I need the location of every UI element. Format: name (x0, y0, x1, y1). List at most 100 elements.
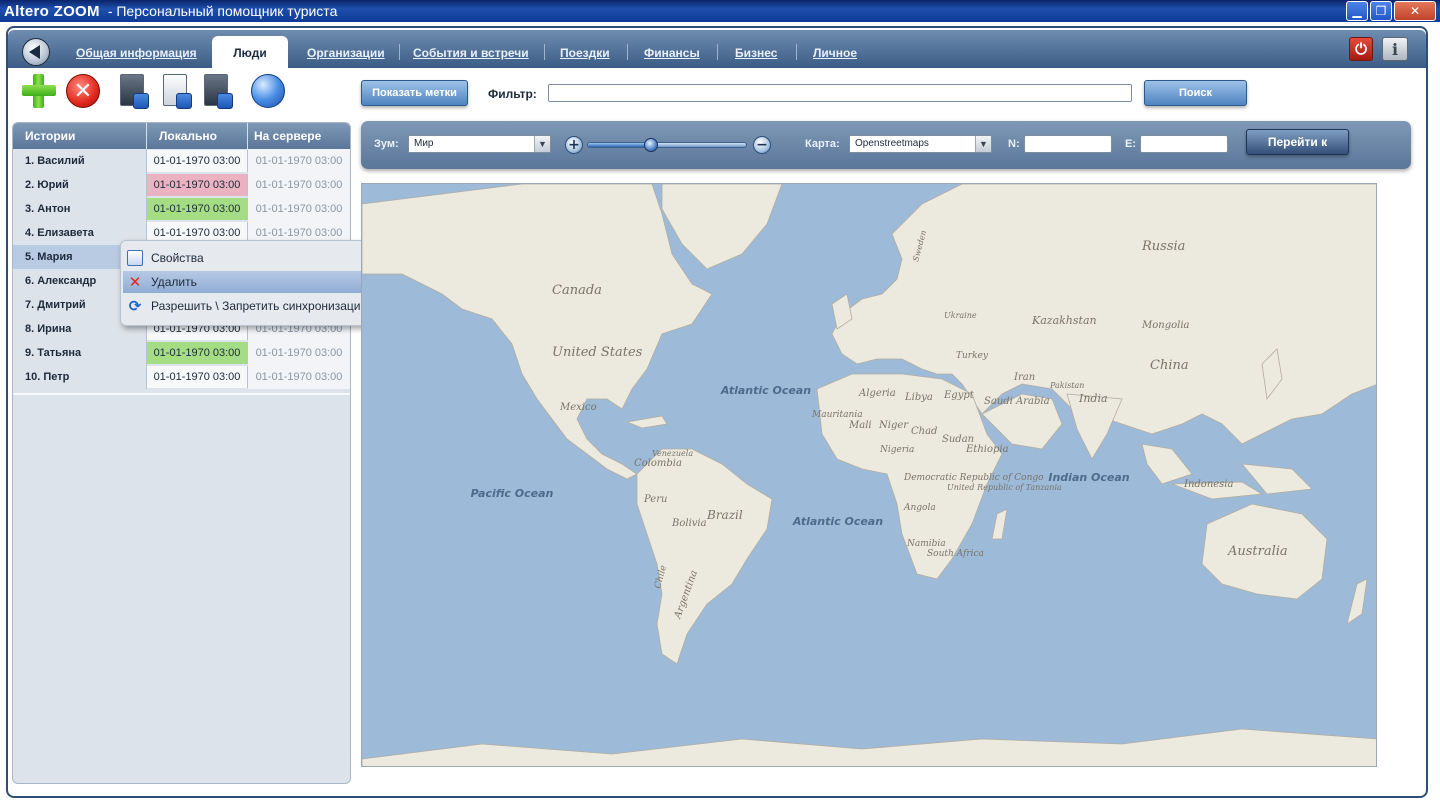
context-menu-label: Разрешить \ Запретить синхронизацию (151, 299, 370, 313)
window-title: - Персональный помощник туриста (107, 3, 338, 19)
maximize-button[interactable]: ❐ (1370, 1, 1392, 21)
map-label-usa: United States (552, 345, 643, 360)
server-timestamp: 01-01-1970 03:00 (248, 341, 350, 365)
person-name: 2. Юрий (13, 173, 147, 197)
people-panel: Истории Локально На сервере 1. Василий 01… (12, 122, 351, 784)
north-input[interactable] (1024, 135, 1112, 153)
map-label-peru: Peru (643, 494, 667, 505)
chevron-down-icon: ▼ (534, 136, 550, 152)
tab-separator (717, 44, 718, 60)
zoom-select[interactable]: Мир ▼ (408, 135, 551, 153)
map-label-egypt: Egypt (943, 390, 975, 401)
column-stories[interactable]: Истории (13, 123, 147, 149)
tab-personal[interactable]: Личное (813, 46, 857, 60)
person-name: 10. Петр (13, 365, 147, 389)
local-timestamp: 01-01-1970 03:00 (147, 198, 248, 220)
map-label-ukraine: Ukraine (944, 311, 977, 320)
map-label-colombia: Colombia (634, 458, 682, 469)
table-row[interactable]: 1. Василий 01-01-1970 03:00 01-01-1970 03:… (13, 149, 350, 173)
map-label-pakistan: Pakistan (1049, 381, 1084, 390)
minimize-button[interactable]: ▁ (1346, 1, 1368, 21)
person-name: 9. Татьяна (13, 341, 147, 365)
minus-icon: − (756, 137, 768, 153)
zoom-label: Зум: (374, 138, 399, 150)
map-label-venezuela: Venezuela (652, 449, 693, 458)
map-label-australia: Australia (1227, 544, 1288, 559)
north-label: N: (1008, 138, 1020, 150)
map-label-mexico: Mexico (559, 402, 597, 413)
add-icon-bar (22, 85, 56, 96)
map-label-libya: Libya (904, 392, 933, 403)
server-timestamp: 01-01-1970 03:00 (248, 365, 350, 389)
local-timestamp: 01-01-1970 03:00 (147, 342, 248, 364)
zoom-slider-fill (588, 143, 652, 147)
tab-trips[interactable]: Поездки (560, 46, 610, 60)
delete-button[interactable]: ✕ (66, 74, 100, 108)
map-label-namibia: Namibia (906, 539, 946, 549)
map-label-ethiopia: Ethiopia (965, 444, 1009, 455)
person-name: 1. Василий (13, 149, 147, 173)
person-name: 3. Антон (13, 197, 147, 221)
map-label-tanzania: United Republic of Tanzania (947, 483, 1062, 492)
zoom-slider[interactable] (587, 142, 747, 148)
power-button[interactable]: ⏻ (1349, 37, 1373, 61)
world-map-svg: Canada United States Mexico Colombia Ven… (362, 184, 1376, 766)
tab-people[interactable]: Люди (212, 36, 288, 70)
app-brand: Altero ZOOM (4, 2, 100, 20)
tab-business[interactable]: Бизнес (735, 46, 777, 60)
world-map[interactable]: Canada United States Mexico Colombia Ven… (361, 183, 1377, 767)
power-icon: ⏻ (1355, 40, 1367, 58)
map-label-chad: Chad (911, 426, 937, 437)
context-menu-label: Удалить (151, 275, 197, 289)
globe-button[interactable] (251, 74, 285, 108)
window-controls: ▁ ❐ ✕ (1346, 1, 1436, 21)
map-label-mali: Mali (848, 420, 872, 431)
ocean-label-pacific: Pacific Ocean (471, 487, 554, 500)
download-server-button[interactable] (163, 74, 192, 109)
back-button[interactable] (22, 38, 50, 66)
map-label-saudi-arabia: Saudi Arabia (984, 396, 1050, 407)
zoom-slider-handle[interactable] (644, 138, 658, 152)
table-row[interactable]: 10. Петр 01-01-1970 03:00 01-01-1970 03:00 (13, 365, 350, 389)
filter-label: Фильтр: (488, 87, 537, 101)
table-row[interactable]: 3. Антон 01-01-1970 03:00 01-01-1970 03:00 (13, 197, 350, 221)
table-row[interactable]: 9. Татьяна 01-01-1970 03:00 01-01-1970 03:… (13, 341, 350, 365)
map-select[interactable]: Openstreetmaps ▼ (849, 135, 992, 153)
tab-separator (399, 44, 400, 60)
goto-button[interactable]: Перейти к (1246, 129, 1349, 155)
tab-general-info[interactable]: Общая информация (76, 46, 197, 60)
show-marks-button[interactable]: Показать метки (361, 80, 468, 106)
map-label-indonesia: Indonesia (1183, 479, 1234, 490)
east-input[interactable] (1140, 135, 1228, 153)
zoom-in-button[interactable]: + (565, 136, 583, 154)
tab-finance[interactable]: Финансы (644, 46, 700, 60)
filter-input[interactable] (548, 84, 1132, 102)
zoom-out-button[interactable]: − (753, 136, 771, 154)
info-icon: i (1391, 39, 1399, 59)
table-row[interactable]: 2. Юрий 01-01-1970 03:00 01-01-1970 03:00 (13, 173, 350, 197)
close-button[interactable]: ✕ (1394, 1, 1436, 21)
column-server[interactable]: На сервере (248, 123, 350, 149)
east-label: E: (1125, 138, 1136, 150)
sync-server-button[interactable] (204, 74, 233, 109)
list-divider (13, 393, 350, 395)
plus-icon: + (568, 137, 580, 153)
tab-organizations[interactable]: Организации (307, 46, 385, 60)
chevron-down-icon: ▼ (975, 136, 991, 152)
back-arrow-icon (29, 45, 40, 59)
local-timestamp: 01-01-1970 03:00 (147, 366, 248, 388)
search-button[interactable]: Поиск (1144, 80, 1247, 106)
info-button[interactable]: i (1382, 37, 1408, 61)
add-button[interactable] (22, 74, 56, 108)
properties-icon (127, 250, 143, 266)
context-menu-label: Свойства (151, 251, 204, 265)
tab-events[interactable]: События и встречи (413, 46, 529, 60)
map-label-russia: Russia (1141, 239, 1185, 254)
tab-separator (544, 44, 545, 60)
map-label-nigeria: Nigeria (879, 445, 914, 455)
column-local[interactable]: Локально (147, 123, 248, 149)
local-timestamp: 01-01-1970 03:00 (147, 150, 248, 172)
local-timestamp: 01-01-1970 03:00 (147, 174, 248, 196)
upload-server-button[interactable] (120, 74, 149, 109)
map-label-kazakhstan: Kazakhstan (1031, 314, 1097, 327)
